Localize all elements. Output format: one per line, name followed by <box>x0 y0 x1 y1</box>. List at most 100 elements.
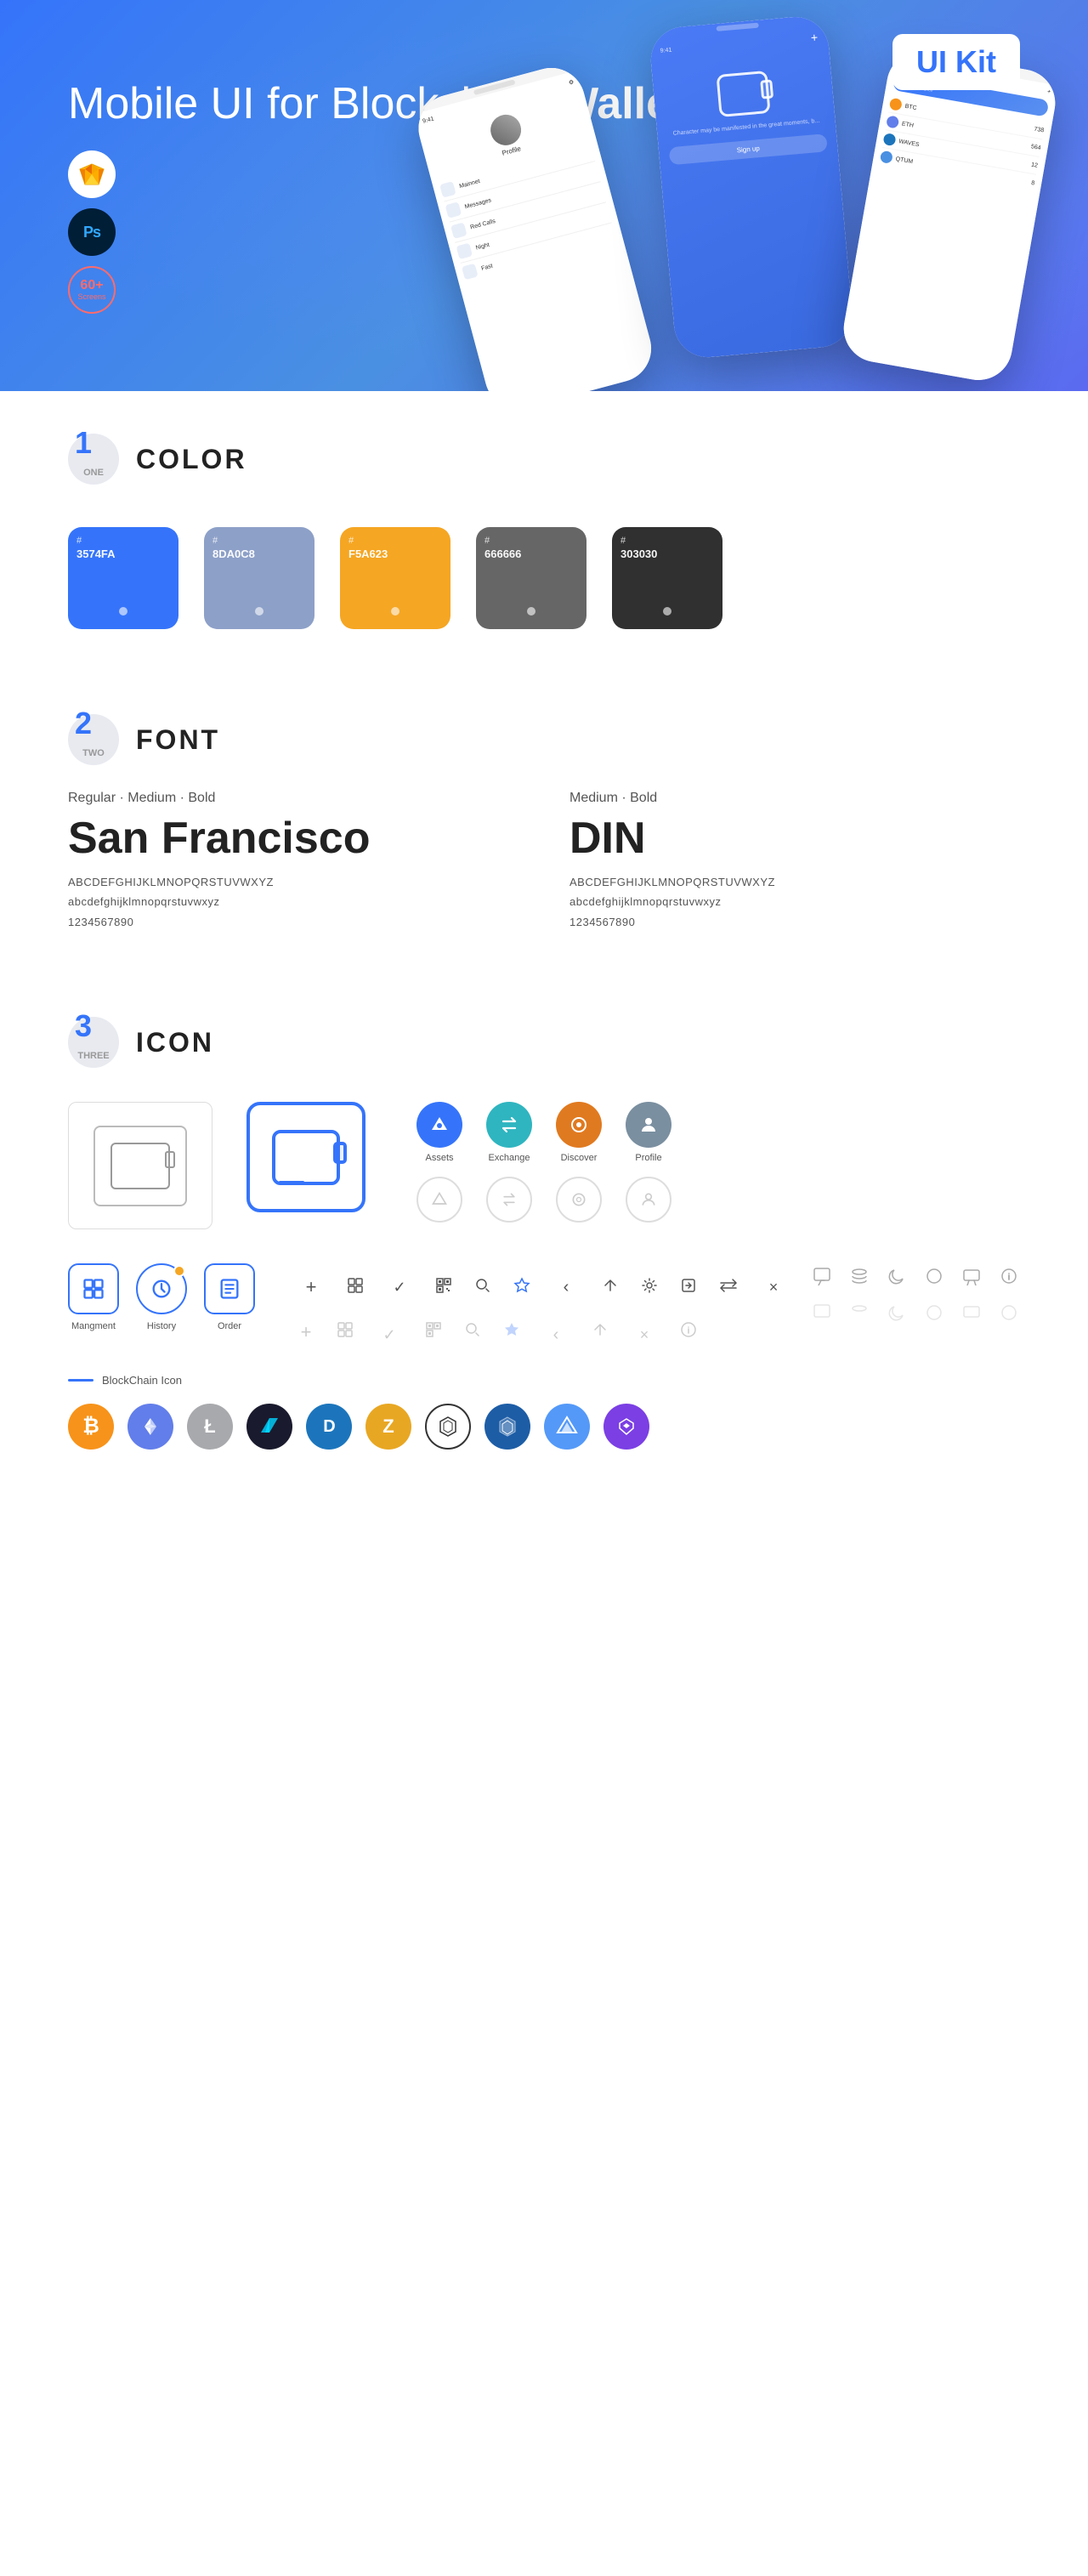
icon-section-header: 3 THREE ICON <box>68 974 1020 1093</box>
order-label: Order <box>218 1321 241 1331</box>
star-filled-icon <box>503 1321 520 1348</box>
message-disabled-icon <box>962 1303 981 1326</box>
color-swatch-grayblue: # 8DA0C8 <box>204 527 314 629</box>
history-badge <box>173 1265 185 1277</box>
message-icon <box>962 1267 981 1290</box>
section-2-num: 2 <box>75 706 92 741</box>
wallet-blue-clasp <box>333 1142 347 1164</box>
blockchain-label-row: BlockChain Icon <box>68 1357 1020 1395</box>
layers-icon <box>850 1267 869 1290</box>
misc-icons-block-right <box>813 1263 1018 1326</box>
crypto-nav <box>544 1404 590 1450</box>
ui-kit-label: UI Kit <box>916 44 996 79</box>
moon-icon <box>887 1267 906 1290</box>
discover-outline-icon <box>570 1191 587 1208</box>
font-right: Medium · Bold DIN ABCDEFGHIJKLMNOPQRSTUV… <box>570 791 1020 932</box>
section-number-1: 1 ONE <box>68 434 119 485</box>
color-swatch-blue: # 3574FA <box>68 527 178 629</box>
crypto-ltc: Ł <box>187 1404 233 1450</box>
star-icon <box>513 1277 530 1298</box>
misc-icons-row-2: + ✓ ‹ <box>298 1321 787 1348</box>
section-number-3: 3 THREE <box>68 1017 119 1068</box>
x-disabled-icon: × <box>631 1321 658 1348</box>
nav-icon <box>556 1416 578 1438</box>
font-section-header: 2 TWO FONT <box>68 672 1020 791</box>
iota-icon <box>437 1416 459 1438</box>
crypto-icons-row: ₿ Ł <box>68 1395 1020 1492</box>
icon-section: Assets Exchange <box>68 1093 1020 1535</box>
chat-icon <box>813 1267 831 1290</box>
crypto-iota <box>425 1404 471 1450</box>
chevron-left-disabled-icon: ‹ <box>542 1321 570 1348</box>
profile-icon-bg <box>626 1102 672 1148</box>
icon-section-title: ICON <box>136 1027 214 1058</box>
screens-label: Screens <box>77 292 105 301</box>
crypto-eth <box>128 1404 173 1450</box>
color-swatch-gray: # 666666 <box>476 527 586 629</box>
main-content: 1 ONE COLOR # 3574FA # 8DA0C8 # F5A623 <box>0 391 1088 1535</box>
exchange-icon-bg <box>486 1102 532 1148</box>
exchange-icon <box>499 1115 519 1135</box>
assets-icon-bg <box>416 1102 462 1148</box>
font-right-upper: ABCDEFGHIJKLMNOPQRSTUVWXYZ <box>570 872 1020 892</box>
crypto-dash: D <box>306 1404 352 1450</box>
icon-nav-row-top: Assets Exchange <box>416 1102 672 1163</box>
icon-nav-row-bottom <box>416 1177 672 1223</box>
font-left-meta: Regular · Medium · Bold <box>68 791 518 806</box>
exchange-outline-icon <box>501 1191 518 1208</box>
wallet-wire-clasp <box>165 1151 175 1168</box>
font-right-nums: 1234567890 <box>570 912 1020 932</box>
order-icon-box <box>204 1263 255 1314</box>
font-right-chars: ABCDEFGHIJKLMNOPQRSTUVWXYZ abcdefghijklm… <box>570 872 1020 932</box>
circle-icon <box>925 1267 944 1290</box>
icon-nav-discover: Discover <box>556 1102 602 1163</box>
chevron-left-icon: ‹ <box>552 1274 580 1301</box>
transfer-icon <box>719 1277 738 1298</box>
font-left-chars: ABCDEFGHIJKLMNOPQRSTUVWXYZ abcdefghijklm… <box>68 872 518 932</box>
exchange-label: Exchange <box>489 1153 530 1163</box>
icon-management: Mangment <box>68 1263 119 1331</box>
icon-order: Order <box>204 1263 255 1331</box>
misc-icons-row-1: + ✓ ‹ <box>298 1267 787 1308</box>
settings-icon <box>641 1277 658 1298</box>
photoshop-badge: Ps <box>68 208 116 256</box>
color-swatches: # 3574FA # 8DA0C8 # F5A623 # 666666 <box>68 510 1020 672</box>
icon-nav-exchange: Exchange <box>486 1102 532 1163</box>
info-icon <box>680 1321 697 1348</box>
icon-nav-assets: Assets <box>416 1102 462 1163</box>
icon-history: History <box>136 1263 187 1331</box>
wings-icon <box>258 1416 280 1438</box>
share-icon <box>602 1277 619 1298</box>
discover-icon <box>569 1115 589 1135</box>
section-1-sub: ONE <box>83 468 104 478</box>
check-disabled-icon: ✓ <box>376 1321 403 1348</box>
info-circle-icon <box>1000 1267 1018 1290</box>
section-number-2: 2 TWO <box>68 714 119 765</box>
icon-outline-3 <box>556 1177 602 1223</box>
icon-wireframe-outer <box>68 1102 212 1229</box>
stratis-icon <box>496 1416 518 1438</box>
sketch-badge <box>68 150 116 198</box>
plus-icon: + <box>298 1274 325 1301</box>
icon-outline-4 <box>626 1177 672 1223</box>
qr-icon <box>435 1277 452 1298</box>
font-right-name: DIN <box>570 813 1020 864</box>
blockchain-line <box>68 1379 94 1382</box>
blockchain-label-text: BlockChain Icon <box>102 1374 182 1387</box>
layers-disabled-icon <box>850 1303 869 1326</box>
management-icon <box>82 1277 105 1301</box>
profile-outline-icon <box>640 1191 657 1208</box>
moon-disabled-icon <box>887 1303 906 1326</box>
crypto-stratis <box>484 1404 530 1450</box>
font-left-lower: abcdefghijklmnopqrstuvwxyz <box>68 892 518 911</box>
eth-icon <box>140 1416 161 1437</box>
profile-icon <box>638 1115 659 1135</box>
font-left-nums: 1234567890 <box>68 912 518 932</box>
history-icon-circle <box>136 1263 187 1314</box>
misc-icons-row-right-2 <box>813 1303 1018 1326</box>
color-section-header: 1 ONE COLOR <box>68 391 1020 510</box>
font-section: Regular · Medium · Bold San Francisco AB… <box>68 791 1020 974</box>
ps-label: Ps <box>83 224 100 241</box>
export-icon <box>680 1277 697 1298</box>
discover-label: Discover <box>561 1153 598 1163</box>
